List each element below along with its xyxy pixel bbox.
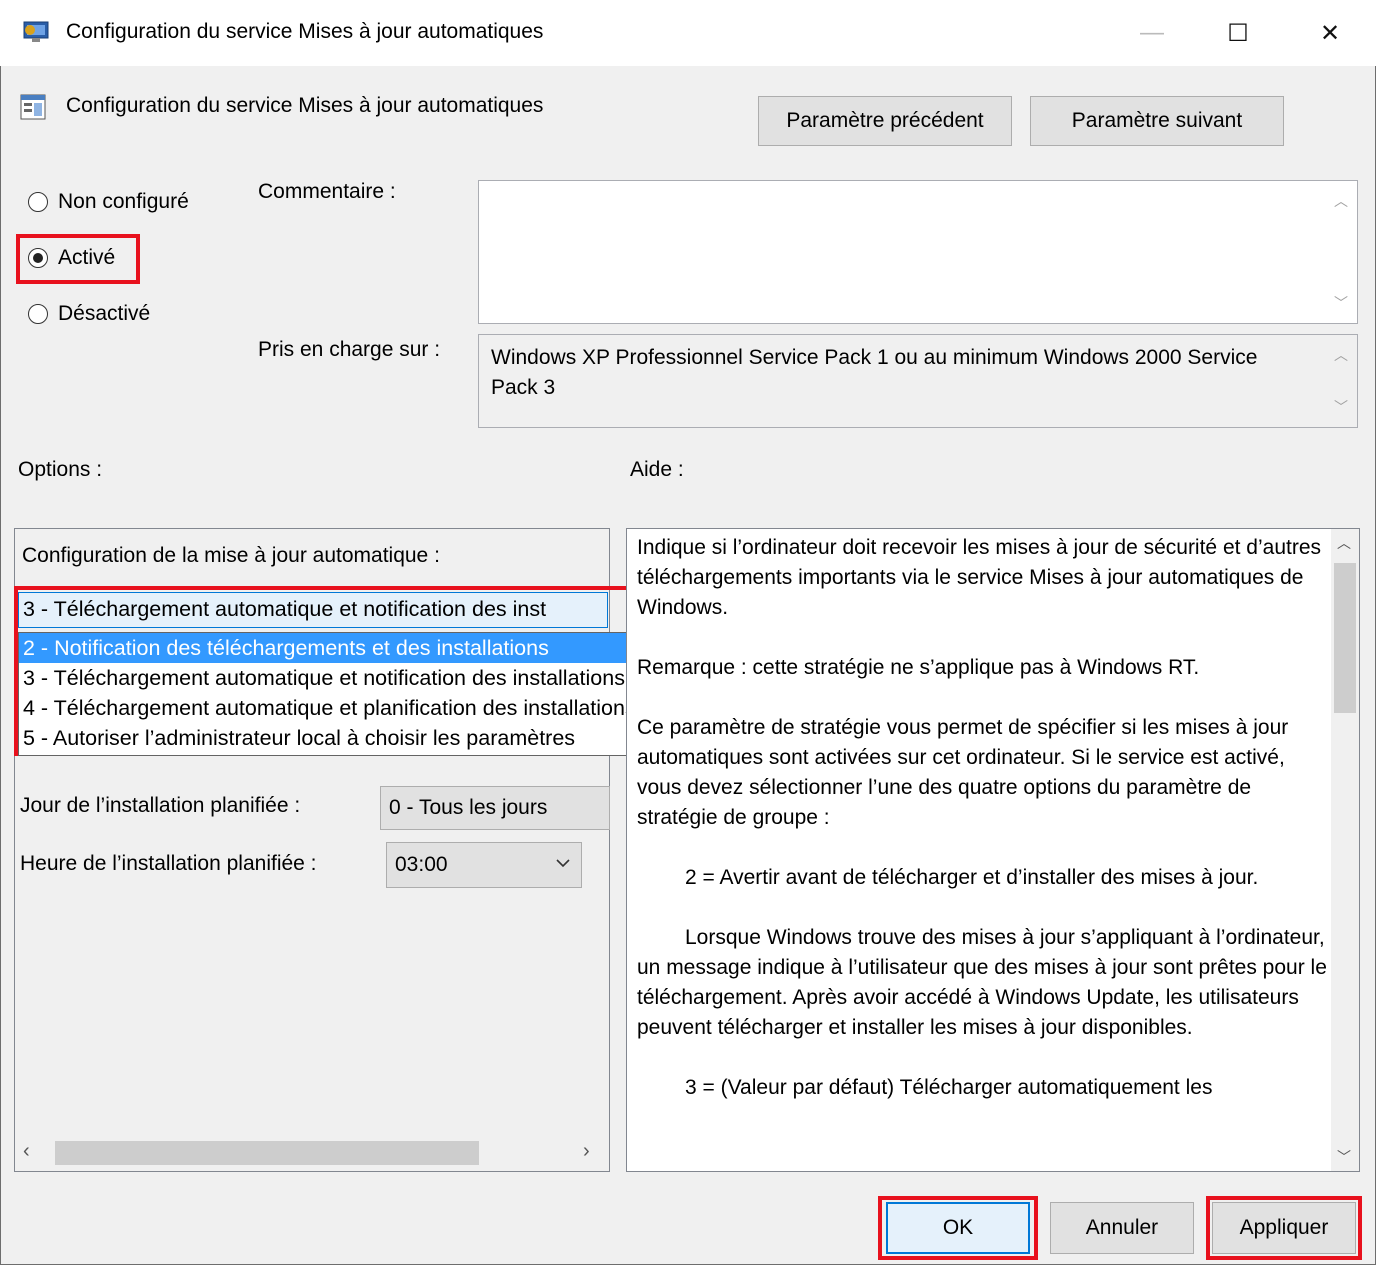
help-paragraph: 2 = Avertir avant de télécharger et d’in… [685, 866, 1259, 889]
close-button[interactable]: ✕ [1298, 12, 1362, 54]
scroll-thumb[interactable] [55, 1141, 479, 1165]
radio-label: Activé [58, 246, 116, 269]
apply-button[interactable]: Appliquer [1212, 1202, 1356, 1254]
window-title: Configuration du service Mises à jour au… [66, 20, 544, 43]
cancel-button[interactable]: Annuler [1050, 1202, 1194, 1254]
help-paragraph: Remarque : cette stratégie ne s’applique… [637, 656, 1200, 679]
help-paragraph: 3 = (Valeur par défaut) Télécharger auto… [685, 1076, 1213, 1099]
radio-circle-checked[interactable] [28, 248, 48, 268]
supported-label: Pris en charge sur : [258, 338, 441, 361]
scroll-down-icon[interactable]: ﹀ [1331, 397, 1351, 417]
config-combo[interactable]: 3 - Téléchargement automatique et notifi… [18, 592, 608, 628]
title-bar: Configuration du service Mises à jour au… [0, 0, 1376, 66]
previous-setting-button[interactable]: Paramètre précédent [758, 96, 1012, 146]
supported-field: Windows XP Professionnel Service Pack 1 … [478, 334, 1358, 428]
scroll-right-icon[interactable]: › [583, 1140, 590, 1163]
radio-disabled[interactable]: Désactivé [28, 302, 150, 326]
policy-icon [20, 92, 48, 122]
ok-button[interactable]: OK [886, 1202, 1030, 1254]
scroll-down-icon[interactable]: ﹀ [1337, 1147, 1351, 1167]
help-paragraph: Lorsque Windows trouve des mises à jour … [637, 926, 1327, 1039]
scroll-left-icon[interactable]: ‹ [23, 1140, 30, 1163]
scroll-up-icon[interactable]: ︿ [1331, 191, 1351, 211]
config-label: Configuration de la mise à jour automati… [22, 544, 440, 567]
hour-label: Heure de l’installation planifiée : [20, 852, 317, 875]
help-paragraph: Ce paramètre de stratégie vous permet de… [637, 716, 1289, 829]
app-icon [22, 20, 54, 46]
next-setting-button[interactable]: Paramètre suivant [1030, 96, 1284, 146]
help-label: Aide : [630, 458, 684, 481]
combo-value: 3 - Téléchargement automatique et notifi… [23, 597, 547, 621]
scroll-up-icon[interactable]: ︿ [1331, 345, 1351, 365]
options-label: Options : [18, 458, 103, 481]
help-panel: Indique si l’ordinateur doit recevoir le… [626, 528, 1360, 1172]
minimize-button[interactable]: — [1120, 12, 1184, 54]
comment-label: Commentaire : [258, 180, 396, 203]
hour-value: 03:00 [395, 853, 448, 876]
radio-enabled[interactable]: Activé [28, 246, 115, 270]
maximize-button[interactable]: ☐ [1206, 12, 1270, 54]
scroll-thumb[interactable] [1334, 563, 1356, 713]
scroll-down-icon[interactable]: ﹀ [1331, 293, 1351, 313]
radio-label: Non configuré [58, 190, 189, 213]
day-value: 0 - Tous les jours [389, 796, 548, 819]
day-combo[interactable]: 0 - Tous les jours [380, 786, 610, 830]
radio-circle[interactable] [28, 192, 48, 212]
help-paragraph: Indique si l’ordinateur doit recevoir le… [637, 536, 1322, 619]
radio-label: Désactivé [58, 302, 151, 325]
help-text: Indique si l’ordinateur doit recevoir le… [637, 533, 1327, 1103]
radio-not-configured[interactable]: Non configuré [28, 190, 189, 214]
options-hscrollbar[interactable]: ‹ › [15, 1136, 609, 1170]
scroll-up-icon[interactable]: ︿ [1337, 533, 1351, 553]
radio-circle[interactable] [28, 304, 48, 324]
supported-value: Windows XP Professionnel Service Pack 1 … [491, 346, 1258, 399]
day-label: Jour de l’installation planifiée : [20, 794, 301, 817]
policy-name: Configuration du service Mises à jour au… [66, 94, 544, 117]
help-vscrollbar[interactable]: ︿ ﹀ [1331, 529, 1359, 1171]
hour-combo[interactable]: 03:00 [386, 842, 582, 888]
comment-field[interactable]: ︿ ﹀ [478, 180, 1358, 324]
chevron-down-icon [555, 853, 571, 879]
